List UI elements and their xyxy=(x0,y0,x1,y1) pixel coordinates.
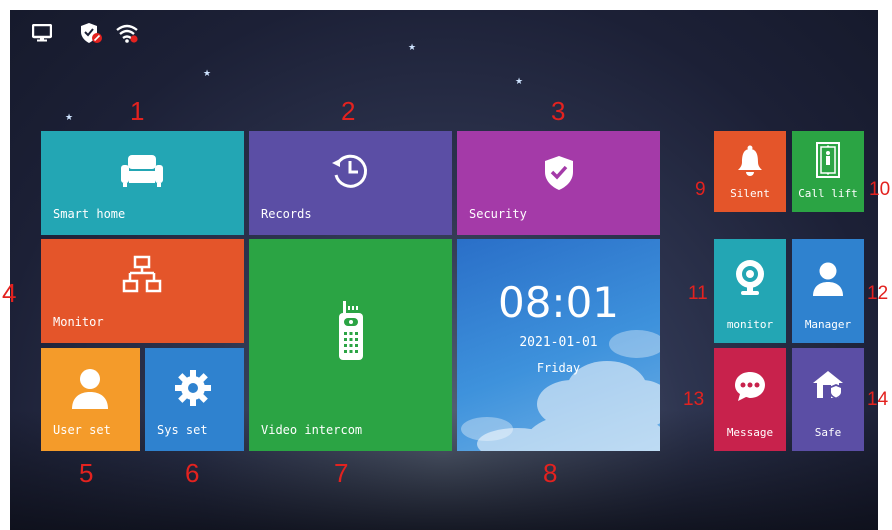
home-screen: ★ ★ ★ ★ Smart home Records Security Moni… xyxy=(10,10,878,530)
callout-number: 14 xyxy=(867,389,889,410)
records-tile[interactable]: Records xyxy=(249,131,452,235)
user-icon xyxy=(810,259,846,299)
user-icon xyxy=(68,364,112,414)
bell-icon xyxy=(735,143,765,179)
silent-tile[interactable]: Silent xyxy=(714,131,786,212)
sofa-icon xyxy=(112,153,172,189)
wifi-icon xyxy=(114,22,140,44)
walkie-talkie-icon xyxy=(329,299,373,363)
shield-check-icon xyxy=(537,153,581,193)
smart-home-label: Smart home xyxy=(53,207,126,221)
manager-tile[interactable]: Manager xyxy=(792,239,864,343)
records-label: Records xyxy=(261,207,312,221)
security-tile[interactable]: Security xyxy=(457,131,660,235)
gear-icon xyxy=(171,366,215,410)
video-intercom-label: Video intercom xyxy=(261,423,363,437)
monitor-tile[interactable]: Monitor xyxy=(41,239,244,343)
safe-label: Safe xyxy=(814,426,842,439)
callout-number: 3 xyxy=(551,96,566,126)
video-intercom-tile[interactable]: Video intercom xyxy=(249,239,452,451)
star-decoration: ★ xyxy=(408,43,417,53)
callout-number: 7 xyxy=(334,458,349,488)
callout-number: 8 xyxy=(543,458,558,488)
security-label: Security xyxy=(469,207,527,221)
callout-number: 12 xyxy=(867,283,889,304)
network-icon xyxy=(116,253,168,297)
callout-number: 9 xyxy=(695,179,706,200)
call-lift-label: Call lift xyxy=(798,187,858,200)
elevator-icon xyxy=(813,141,843,179)
clock-time: 08:01 xyxy=(497,278,620,327)
clock-weekday: Friday xyxy=(536,361,581,375)
camera-monitor-tile[interactable]: monitor xyxy=(714,239,786,343)
sys-set-label: Sys set xyxy=(157,423,208,437)
camera-monitor-label: monitor xyxy=(726,318,774,331)
callout-number: 10 xyxy=(869,179,891,200)
callout-number: 4 xyxy=(2,278,17,308)
monitor-label: Monitor xyxy=(53,315,104,329)
star-decoration: ★ xyxy=(515,77,524,87)
callout-number: 6 xyxy=(185,458,200,488)
callout-number: 11 xyxy=(688,283,708,304)
callout-number: 1 xyxy=(130,96,145,126)
sys-set-tile[interactable]: Sys set xyxy=(145,348,244,451)
shield-alert-icon xyxy=(78,22,104,44)
manager-label: Manager xyxy=(804,318,852,331)
clock-date: 2021-01-01 xyxy=(519,335,598,350)
message-tile[interactable]: Message xyxy=(714,348,786,451)
camera-icon xyxy=(732,257,768,299)
user-set-tile[interactable]: User set xyxy=(41,348,140,451)
clock-tile[interactable]: 08:01 2021-01-01 Friday xyxy=(457,239,660,451)
smart-home-tile[interactable]: Smart home xyxy=(41,131,244,235)
message-label: Message xyxy=(726,426,774,439)
silent-label: Silent xyxy=(730,187,770,200)
safe-tile[interactable]: Safe xyxy=(792,348,864,451)
callout-number: 5 xyxy=(79,458,94,488)
chat-icon xyxy=(732,368,768,404)
callout-number: 2 xyxy=(341,96,356,126)
call-lift-tile[interactable]: Call lift xyxy=(792,131,864,212)
user-set-label: User set xyxy=(53,423,111,437)
callout-number: 13 xyxy=(683,389,705,410)
history-icon xyxy=(324,149,376,193)
star-decoration: ★ xyxy=(65,113,74,123)
star-decoration: ★ xyxy=(203,69,212,79)
monitor-icon xyxy=(30,22,54,44)
home-shield-icon xyxy=(810,368,846,402)
